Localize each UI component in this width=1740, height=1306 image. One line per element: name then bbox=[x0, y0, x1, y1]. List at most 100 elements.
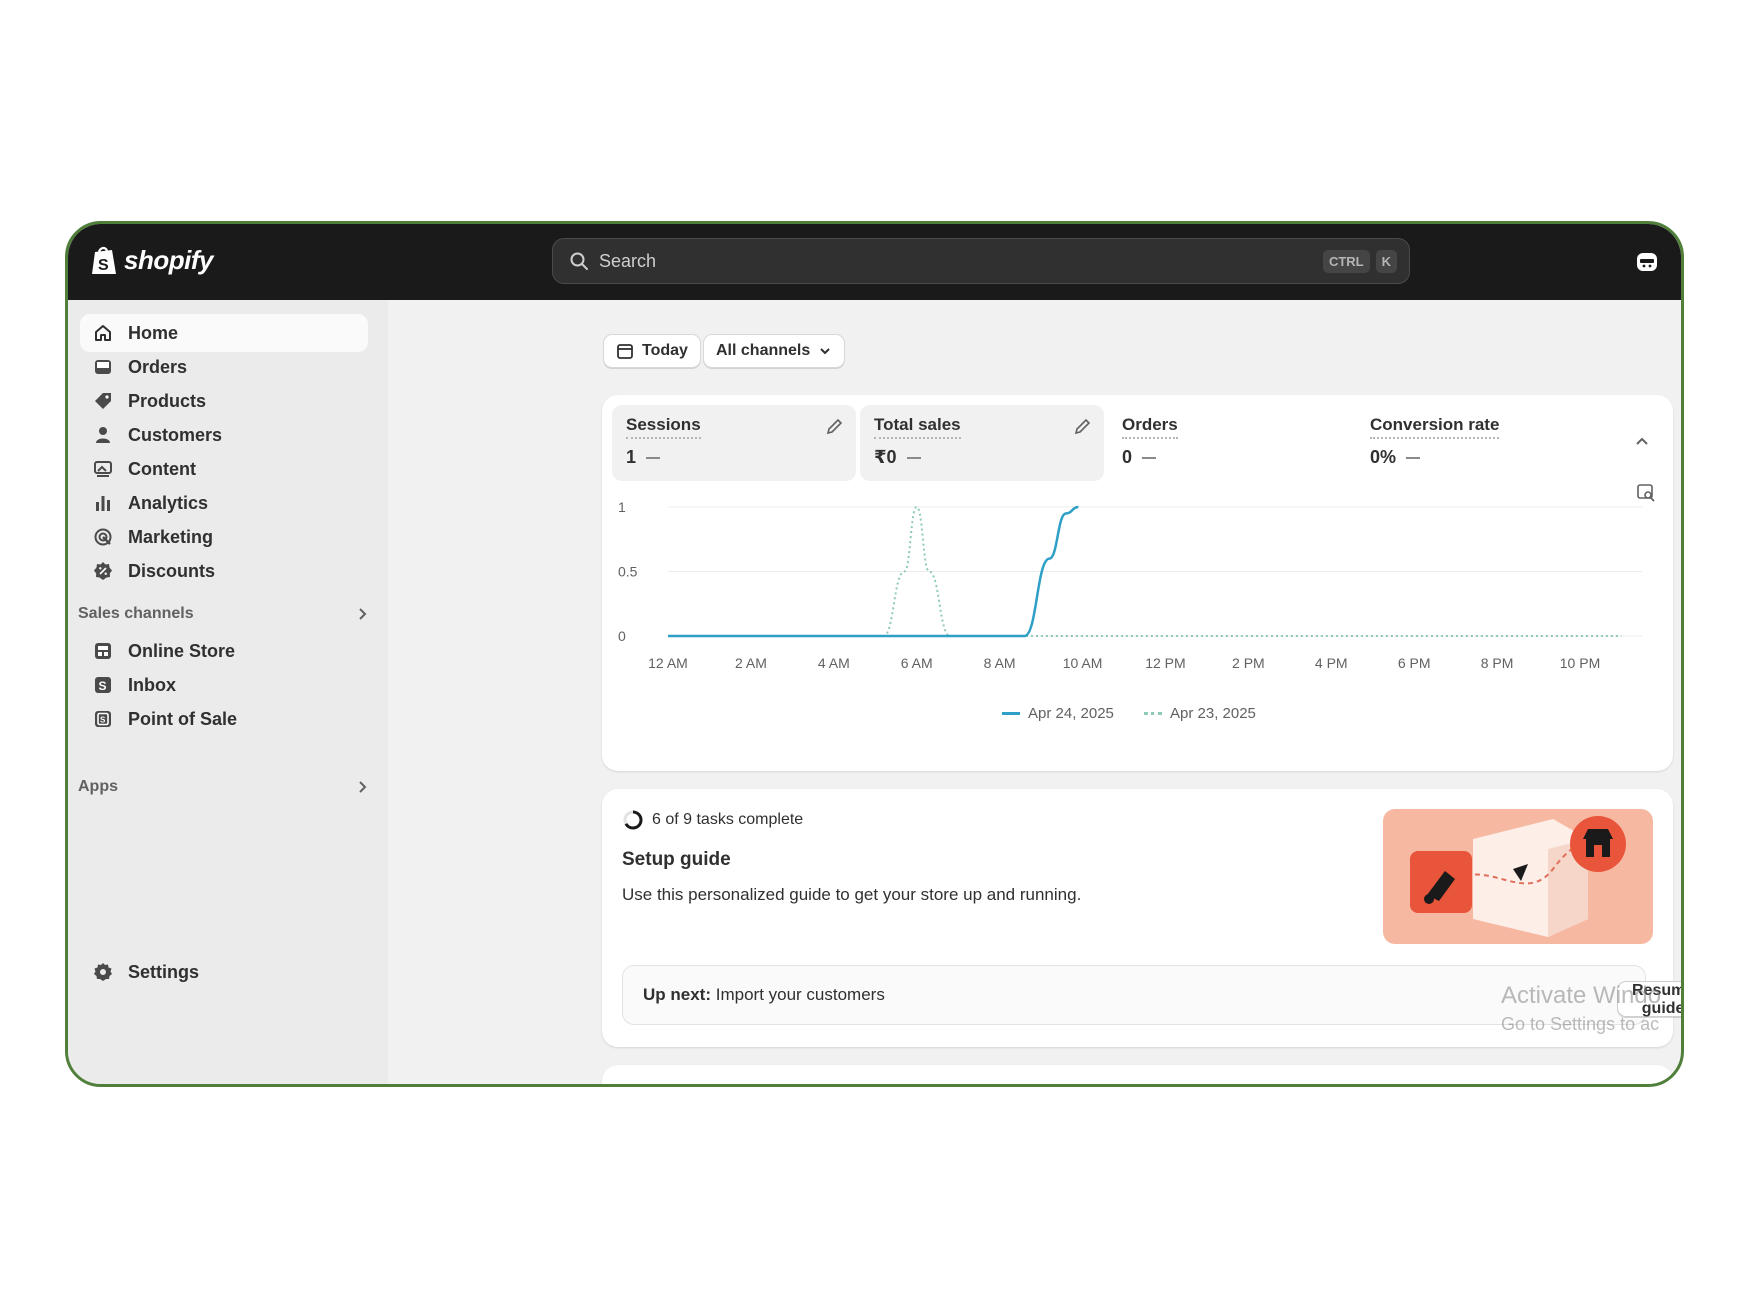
metric-label: Total sales bbox=[874, 415, 961, 439]
x-tick-label: 8 AM bbox=[984, 655, 1016, 671]
setup-illustration bbox=[1383, 809, 1653, 944]
pos-icon: S bbox=[92, 708, 114, 730]
sidebar-item-analytics[interactable]: Analytics bbox=[80, 484, 368, 522]
chevron-right-icon bbox=[359, 608, 367, 620]
sidebar-item-customers[interactable]: Customers bbox=[80, 416, 368, 454]
target-icon bbox=[92, 526, 114, 548]
store-icon bbox=[92, 640, 114, 662]
sidebar-item-products[interactable]: Products bbox=[80, 382, 368, 420]
sidebar-item-online-store[interactable]: Online Store bbox=[80, 632, 368, 670]
metric-value: 0 bbox=[1122, 447, 1133, 467]
svg-text:S: S bbox=[98, 257, 109, 274]
metric-conversion-rate[interactable]: Conversion rate 0% bbox=[1356, 405, 1600, 481]
y-tick-label: 0 bbox=[618, 628, 626, 644]
sessions-line-chart: 1 0.5 0 12 AM 2 AM 4 AM 6 AM 8 AM 10 AM 12 PM 2 PM… bbox=[618, 499, 1642, 671]
sidebar-item-label: Home bbox=[128, 322, 179, 343]
chevron-right-icon bbox=[359, 781, 367, 793]
x-tick-label: 12 AM bbox=[648, 655, 688, 671]
x-tick-label: 4 PM bbox=[1315, 655, 1348, 671]
person-icon bbox=[92, 424, 114, 446]
x-tick-label: 2 PM bbox=[1232, 655, 1265, 671]
sidebar-item-home[interactable]: Home bbox=[80, 314, 368, 352]
metric-value: ₹0 bbox=[874, 447, 897, 467]
app-window: S shopify CTRL K Home bbox=[65, 221, 1684, 1087]
y-tick-label: 0.5 bbox=[618, 564, 638, 580]
discount-icon bbox=[92, 560, 114, 582]
up-next-task: Import your customers bbox=[715, 985, 885, 1004]
metric-total-sales[interactable]: Total sales ₹0 bbox=[860, 405, 1104, 481]
legend-swatch-dotted bbox=[1144, 712, 1162, 715]
y-tick-label: 1 bbox=[618, 499, 626, 515]
sidebar-item-inbox[interactable]: S Inbox bbox=[80, 666, 368, 704]
sidebar-item-label: Marketing bbox=[128, 526, 214, 547]
legend-label: Apr 23, 2025 bbox=[1170, 705, 1256, 722]
search-icon bbox=[570, 252, 588, 270]
date-filter-button[interactable]: Today bbox=[603, 334, 701, 368]
home-icon bbox=[92, 322, 114, 344]
activate-windows-title: Activate Windo bbox=[1501, 982, 1662, 1009]
pencil-icon[interactable] bbox=[824, 417, 844, 437]
up-next-banner[interactable]: Up next: Import your customers bbox=[622, 965, 1646, 1025]
svg-text:S: S bbox=[100, 716, 106, 725]
store-avatar-icon[interactable] bbox=[1635, 250, 1659, 274]
legend-item-current: Apr 24, 2025 bbox=[1002, 705, 1114, 722]
x-tick-label: 8 PM bbox=[1481, 655, 1514, 671]
sidebar-item-point-of-sale[interactable]: S Point of Sale bbox=[80, 700, 368, 738]
x-tick-label: 2 AM bbox=[735, 655, 767, 671]
sidebar: Home Orders Products Customers Content A… bbox=[68, 300, 388, 1084]
inbox-app-icon: S bbox=[92, 674, 114, 696]
sales-channels-header[interactable]: Sales channels bbox=[78, 600, 370, 628]
metric-sessions[interactable]: Sessions 1 bbox=[612, 405, 856, 481]
search-input[interactable] bbox=[597, 249, 1317, 273]
main-content: Today All channels Sessions 1 Total sale… bbox=[388, 300, 1681, 1084]
sidebar-item-label: Orders bbox=[128, 356, 188, 377]
x-tick-label: 10 PM bbox=[1560, 655, 1600, 671]
analytics-card: Sessions 1 Total sales ₹0 Orders 0 Conve… bbox=[602, 395, 1673, 771]
x-tick-label: 6 AM bbox=[901, 655, 933, 671]
inbox-tray-icon bbox=[92, 356, 114, 378]
legend-swatch-solid bbox=[1002, 712, 1020, 715]
top-bar: S shopify CTRL K bbox=[68, 224, 1681, 300]
sidebar-item-label: Inbox bbox=[128, 674, 176, 695]
metric-orders[interactable]: Orders 0 bbox=[1108, 405, 1352, 481]
activate-windows-subtitle: Go to Settings to ac bbox=[1501, 1014, 1660, 1034]
tag-icon bbox=[92, 390, 114, 412]
sidebar-item-label: Products bbox=[128, 390, 207, 411]
metric-label: Orders bbox=[1122, 415, 1178, 439]
sidebar-item-label: Settings bbox=[128, 961, 200, 982]
sidebar-item-label: Discounts bbox=[128, 560, 216, 581]
collapse-chevron-up-icon[interactable] bbox=[1633, 433, 1651, 451]
x-tick-label: 4 AM bbox=[818, 655, 850, 671]
image-icon bbox=[92, 458, 114, 480]
sidebar-item-settings[interactable]: Settings bbox=[80, 953, 368, 991]
x-tick-label: 6 PM bbox=[1398, 655, 1431, 671]
shopify-logo[interactable]: S shopify bbox=[90, 244, 213, 276]
sidebar-item-content[interactable]: Content bbox=[80, 450, 368, 488]
progress-ring-icon bbox=[623, 810, 643, 830]
x-tick-label: 12 PM bbox=[1145, 655, 1185, 671]
setup-progress-text: 6 of 9 tasks complete bbox=[652, 811, 804, 828]
trend-dash bbox=[646, 456, 661, 459]
sidebar-item-label: Content bbox=[128, 458, 196, 479]
x-tick-label: 10 AM bbox=[1063, 655, 1103, 671]
trend-dash bbox=[1142, 456, 1157, 459]
channel-filter-button[interactable]: All channels bbox=[703, 334, 846, 368]
apps-header[interactable]: Apps bbox=[78, 773, 370, 801]
sidebar-item-label: Point of Sale bbox=[128, 708, 238, 729]
up-next-prefix: Up next: bbox=[643, 985, 711, 1004]
trend-dash bbox=[1406, 456, 1421, 459]
sidebar-item-label: Analytics bbox=[128, 492, 209, 513]
sidebar-item-orders[interactable]: Orders bbox=[80, 348, 368, 386]
sidebar-item-label: Online Store bbox=[128, 640, 236, 661]
shortcut-key-k: K bbox=[1375, 249, 1397, 273]
setup-progress: 6 of 9 tasks complete bbox=[622, 809, 803, 831]
up-next-text: Up next: Import your customers bbox=[643, 985, 885, 1005]
sidebar-item-marketing[interactable]: Marketing bbox=[80, 518, 368, 556]
metric-label: Sessions bbox=[626, 415, 701, 439]
pencil-icon[interactable] bbox=[1072, 417, 1092, 437]
metric-label: Conversion rate bbox=[1370, 415, 1500, 439]
bar-chart-icon bbox=[92, 492, 114, 514]
sidebar-item-discounts[interactable]: Discounts bbox=[80, 552, 368, 590]
metric-value: 0% bbox=[1370, 447, 1397, 467]
search-bar[interactable]: CTRL K bbox=[552, 238, 1410, 284]
